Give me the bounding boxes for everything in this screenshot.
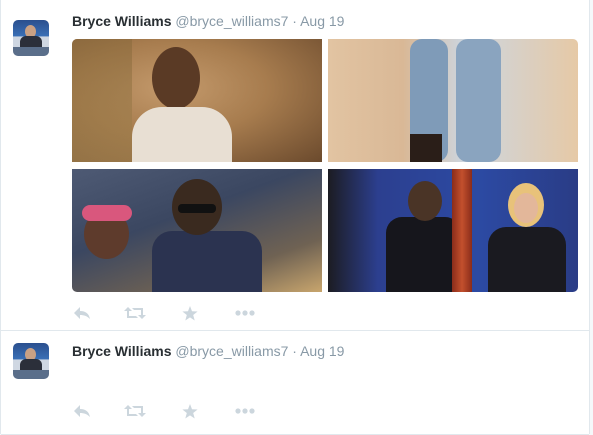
more-icon (235, 408, 255, 414)
favorite-button[interactable] (181, 303, 199, 323)
user-handle[interactable]: @bryce_williams7 (175, 343, 288, 359)
timeline: Bryce Williams @bryce_williams7 · Aug 19 (0, 0, 590, 435)
reply-icon (74, 405, 90, 417)
photo-jeans[interactable] (328, 39, 578, 162)
tweet-actions (72, 303, 372, 323)
avatar[interactable] (13, 343, 49, 379)
avatar[interactable] (13, 20, 49, 56)
star-icon (182, 403, 198, 418)
reply-icon (74, 307, 90, 319)
more-button[interactable] (234, 303, 256, 323)
star-icon (182, 305, 198, 320)
user-fullname[interactable]: Bryce Williams (72, 343, 171, 359)
tweet-timestamp[interactable]: Aug 19 (300, 343, 344, 359)
separator-dot: · (292, 13, 297, 29)
media-grid (72, 39, 578, 292)
user-fullname[interactable]: Bryce Williams (72, 13, 171, 29)
tweet-header: Bryce Williams @bryce_williams7 · Aug 19 (72, 343, 344, 359)
reply-button[interactable] (72, 401, 92, 421)
retweet-button[interactable] (124, 401, 146, 421)
reply-button[interactable] (72, 303, 92, 323)
retweet-button[interactable] (124, 303, 146, 323)
tweet-timestamp[interactable]: Aug 19 (300, 13, 344, 29)
more-icon (235, 310, 255, 316)
tweet-actions (72, 401, 372, 421)
tweet-header: Bryce Williams @bryce_williams7 · Aug 19 (72, 13, 344, 29)
photo-news-anchors[interactable] (328, 169, 578, 292)
photo-child-portrait[interactable] (72, 39, 322, 162)
user-handle[interactable]: @bryce_williams7 (175, 13, 288, 29)
retweet-icon (124, 307, 146, 319)
more-button[interactable] (234, 401, 256, 421)
photo-group[interactable] (72, 169, 322, 292)
separator-dot: · (292, 343, 297, 359)
tweet[interactable]: Bryce Williams @bryce_williams7 · Aug 19 (1, 331, 589, 435)
retweet-icon (124, 405, 146, 417)
favorite-button[interactable] (181, 401, 199, 421)
tweet[interactable]: Bryce Williams @bryce_williams7 · Aug 19 (1, 0, 589, 331)
